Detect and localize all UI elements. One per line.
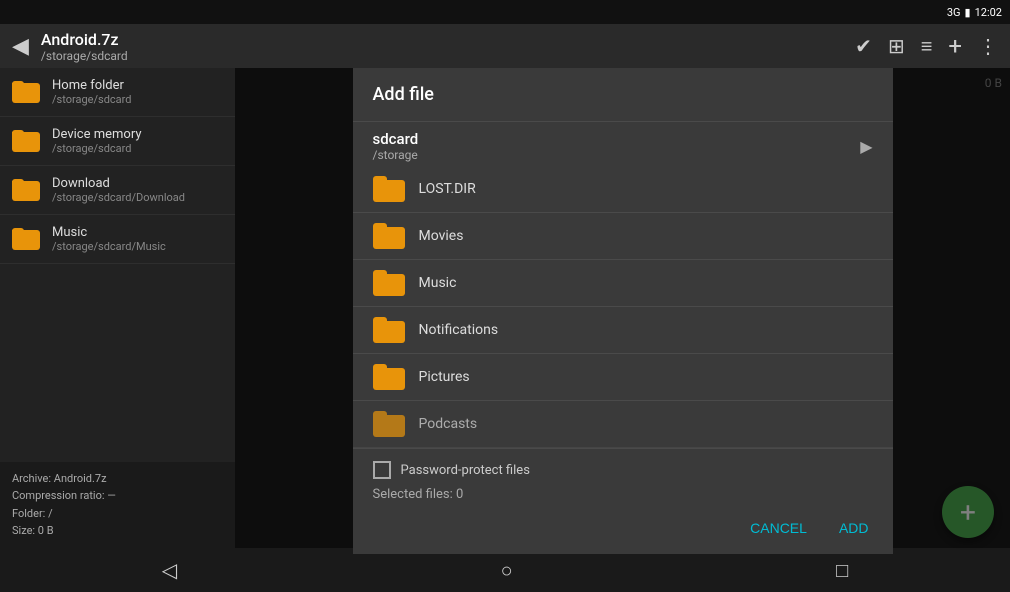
info-panel: Archive: Android.7z Compression ratio: —… — [0, 462, 235, 548]
sidebar-item-music[interactable]: Music /storage/sdcard/Music — [0, 215, 235, 264]
nav-recents-button[interactable]: □ — [816, 550, 868, 591]
status-bar: 3G ▮ 12:02 — [0, 0, 1010, 24]
list-item[interactable]: Notifications — [353, 307, 893, 354]
device-memory-icon — [12, 130, 40, 152]
password-protect-row: Password-protect files — [373, 457, 873, 483]
list-item[interactable]: Podcasts — [353, 401, 893, 448]
battery-icon: ▮ — [965, 6, 971, 19]
list-item[interactable]: Pictures — [353, 354, 893, 401]
bottom-nav: ◁ ○ □ — [0, 548, 1010, 592]
password-protect-checkbox[interactable] — [373, 461, 391, 479]
add-file-dialog: Add file sdcard /storage ▶ LOST.DIR — [353, 68, 893, 554]
folder-icon — [373, 317, 405, 343]
folder-name: Movies — [419, 228, 464, 244]
folder-name: Podcasts — [419, 416, 478, 432]
check-icon[interactable]: ✔ — [855, 34, 872, 58]
add-button[interactable]: ADD — [835, 514, 873, 542]
top-toolbar: ◀ Android.7z /storage/sdcard ✔ ⊞ ≡ + ⋮ — [0, 24, 1010, 68]
grid-icon[interactable]: ⊞ — [888, 34, 905, 58]
sidebar-item-download[interactable]: Download /storage/sdcard/Download — [0, 166, 235, 215]
password-protect-label: Password-protect files — [401, 463, 530, 478]
folder-name: Notifications — [419, 322, 499, 338]
music-folder-icon — [12, 228, 40, 250]
size-info: Size: 0 B — [12, 522, 223, 540]
cancel-button[interactable]: CANCEL — [746, 514, 811, 542]
dialog-location-name: sdcard — [373, 130, 419, 148]
dialog-location: sdcard /storage ▶ — [353, 122, 893, 166]
dialog-footer: Password-protect files Selected files: 0… — [353, 448, 893, 554]
nav-home-button[interactable]: ○ — [481, 550, 533, 591]
dialog-action-buttons: CANCEL ADD — [373, 506, 873, 546]
add-icon[interactable]: + — [948, 32, 962, 60]
folder-icon — [373, 270, 405, 296]
folder-icon — [373, 176, 405, 202]
sidebar-item-name: Music — [52, 225, 166, 240]
dialog-title: Add file — [353, 68, 893, 122]
sidebar-item-name: Home folder — [52, 78, 131, 93]
sidebar-item-device[interactable]: Device memory /storage/sdcard — [0, 117, 235, 166]
status-icons: 3G ▮ 12:02 — [947, 6, 1002, 19]
toolbar-title-main: Android.7z — [41, 30, 855, 49]
signal-icon: 3G — [947, 6, 961, 19]
archive-info: Archive: Android.7z — [12, 470, 223, 488]
dialog-overlay: Add file sdcard /storage ▶ LOST.DIR — [235, 68, 1010, 548]
sidebar-item-path: /storage/sdcard/Download — [52, 191, 185, 204]
time-display: 12:02 — [975, 6, 1002, 19]
list-item[interactable]: LOST.DIR — [353, 166, 893, 213]
dialog-folder-list: LOST.DIR Movies Music — [353, 166, 893, 448]
list-item[interactable]: Movies — [353, 213, 893, 260]
list-item[interactable]: Music — [353, 260, 893, 307]
more-icon[interactable]: ⋮ — [978, 34, 998, 58]
sidebar-item-path: /storage/sdcard — [52, 142, 142, 155]
sidebar-item-name: Download — [52, 176, 185, 191]
folder-info: Folder: / — [12, 505, 223, 523]
sidebar-item-path: /storage/sdcard — [52, 93, 131, 106]
toolbar-actions: ✔ ⊞ ≡ + ⋮ — [855, 32, 998, 60]
folder-icon — [373, 223, 405, 249]
folder-icon — [373, 411, 405, 437]
nav-back-button[interactable]: ◁ — [142, 550, 197, 590]
filter-icon[interactable]: ≡ — [921, 34, 933, 59]
back-button[interactable]: ◀ — [12, 34, 29, 59]
sidebar-item-name: Device memory — [52, 127, 142, 142]
folder-name: LOST.DIR — [419, 181, 476, 197]
download-icon — [12, 179, 40, 201]
compression-info: Compression ratio: — — [12, 487, 223, 505]
dialog-location-arrow: ▶ — [860, 137, 872, 156]
toolbar-title-sub: /storage/sdcard — [41, 49, 855, 63]
folder-icon — [373, 364, 405, 390]
folder-name: Music — [419, 275, 457, 291]
sidebar-item-home[interactable]: Home folder /storage/sdcard — [0, 68, 235, 117]
dialog-location-path: /storage — [373, 148, 419, 162]
home-folder-icon — [12, 81, 40, 103]
toolbar-title: Android.7z /storage/sdcard — [41, 30, 855, 63]
sidebar-item-path: /storage/sdcard/Music — [52, 240, 166, 253]
selected-files-label: Selected files: 0 — [373, 483, 873, 506]
folder-name: Pictures — [419, 369, 470, 385]
